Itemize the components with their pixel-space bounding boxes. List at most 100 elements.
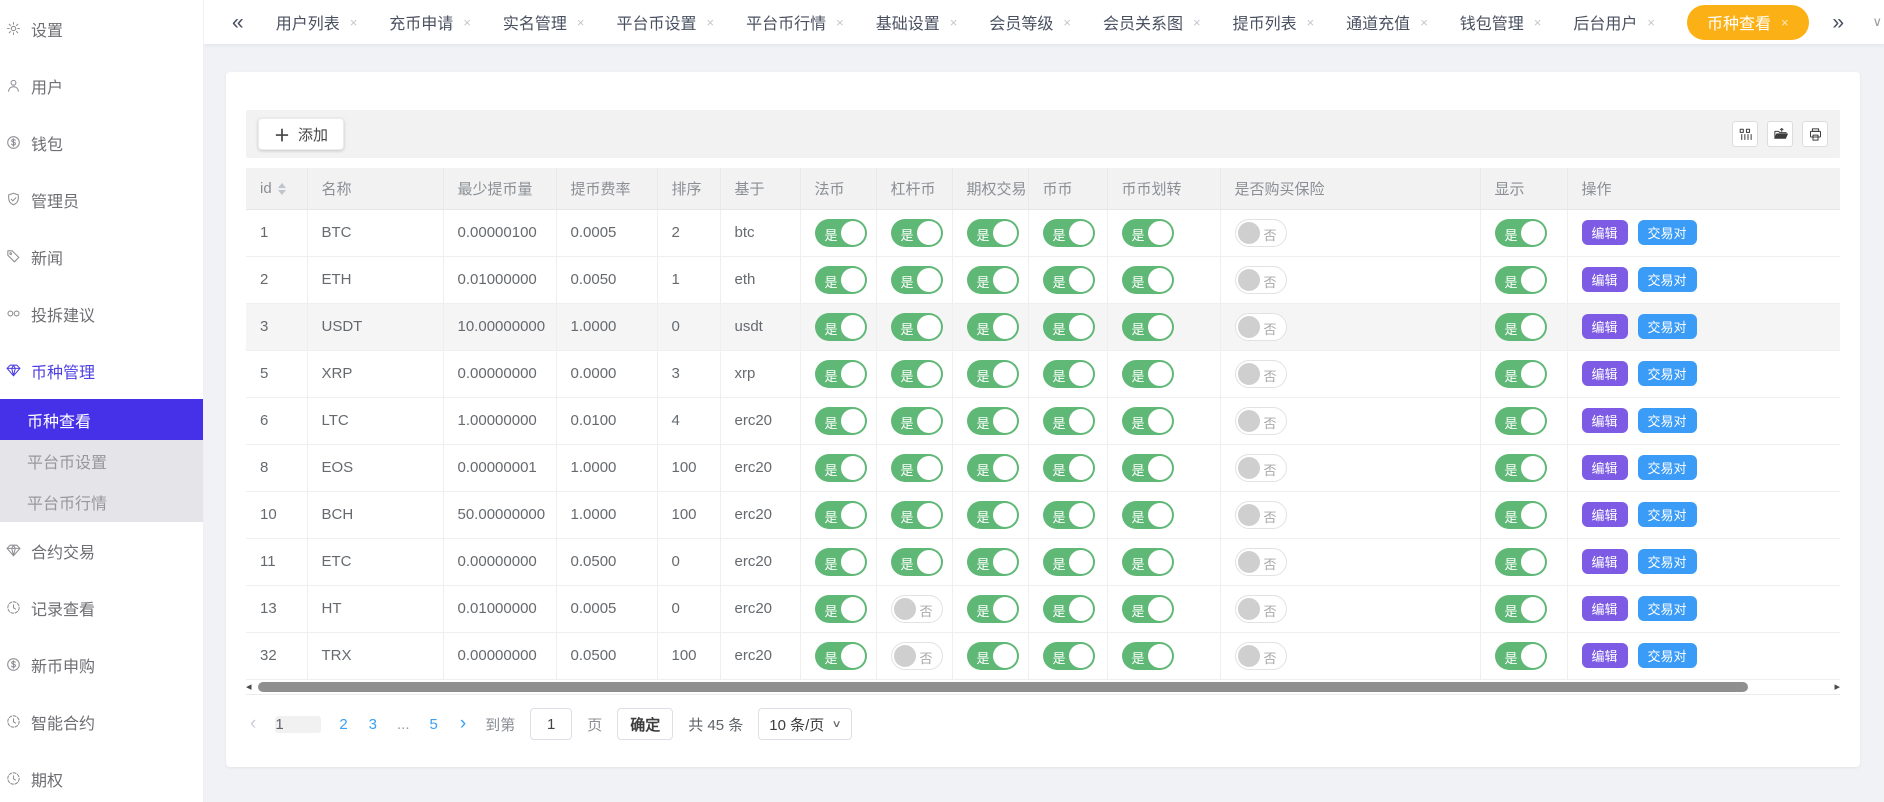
edit-button[interactable]: 编辑 bbox=[1582, 596, 1628, 621]
toggle-transfer[interactable]: 是 bbox=[1122, 595, 1174, 623]
sidebar-item[interactable]: 管理员 bbox=[0, 171, 203, 228]
pair-button[interactable]: 交易对 bbox=[1638, 361, 1697, 386]
tab-close-icon[interactable]: × bbox=[707, 15, 715, 30]
toggle-insurance[interactable]: 否 bbox=[1235, 266, 1287, 294]
toggle-insurance[interactable]: 否 bbox=[1235, 407, 1287, 435]
scrollbar-right-arrow-icon[interactable]: ▸ bbox=[1834, 680, 1840, 694]
toggle-transfer[interactable]: 是 bbox=[1122, 407, 1174, 435]
toggle-fiat[interactable]: 是 bbox=[815, 454, 867, 482]
toggle-coin[interactable]: 是 bbox=[1043, 407, 1095, 435]
toggle-option[interactable]: 是 bbox=[967, 407, 1019, 435]
toggle-show[interactable]: 是 bbox=[1495, 548, 1547, 576]
tab-close-icon[interactable]: × bbox=[463, 15, 471, 30]
sidebar-item[interactable]: 记录查看 bbox=[0, 579, 203, 636]
print-icon[interactable] bbox=[1802, 121, 1828, 147]
edit-button[interactable]: 编辑 bbox=[1582, 455, 1628, 480]
prev-page-icon[interactable]: ‹ bbox=[246, 708, 260, 740]
toggle-coin[interactable]: 是 bbox=[1043, 642, 1095, 670]
toggle-fiat[interactable]: 是 bbox=[815, 266, 867, 294]
toggle-coin[interactable]: 是 bbox=[1043, 454, 1095, 482]
toggle-coin[interactable]: 是 bbox=[1043, 266, 1095, 294]
sort-asc-icon[interactable] bbox=[278, 183, 286, 188]
sidebar-item[interactable]: 钱包 bbox=[0, 114, 203, 171]
pair-button[interactable]: 交易对 bbox=[1638, 596, 1697, 621]
tab[interactable]: 会员等级× bbox=[989, 10, 1071, 34]
tab[interactable]: 用户列表× bbox=[276, 10, 358, 34]
toggle-fiat[interactable]: 是 bbox=[815, 548, 867, 576]
toggle-show[interactable]: 是 bbox=[1495, 407, 1547, 435]
toggle-lever[interactable]: 是 bbox=[891, 360, 943, 388]
toggle-option[interactable]: 是 bbox=[967, 360, 1019, 388]
tab-close-icon[interactable]: × bbox=[1420, 15, 1428, 30]
toggle-transfer[interactable]: 是 bbox=[1122, 548, 1174, 576]
tab[interactable]: 钱包管理× bbox=[1460, 10, 1542, 34]
edit-button[interactable]: 编辑 bbox=[1582, 408, 1628, 433]
toggle-lever[interactable]: 是 bbox=[891, 548, 943, 576]
tab[interactable]: 充币申请× bbox=[389, 10, 471, 34]
toggle-transfer[interactable]: 是 bbox=[1122, 642, 1174, 670]
tabs-scroll-left-icon[interactable]: « bbox=[232, 12, 244, 33]
toggle-coin[interactable]: 是 bbox=[1043, 313, 1095, 341]
pair-button[interactable]: 交易对 bbox=[1638, 549, 1697, 574]
sidebar-item[interactable]: 新币申购 bbox=[0, 636, 203, 693]
page-number-current[interactable]: 1 bbox=[275, 716, 321, 733]
tab-close-icon[interactable]: × bbox=[1534, 15, 1542, 30]
sidebar-item[interactable]: 合约交易 bbox=[0, 522, 203, 579]
pair-button[interactable]: 交易对 bbox=[1638, 455, 1697, 480]
tab-close-icon[interactable]: × bbox=[1647, 15, 1655, 30]
sidebar-item[interactable]: 智能合约 bbox=[0, 693, 203, 750]
toggle-insurance[interactable]: 否 bbox=[1235, 219, 1287, 247]
tab[interactable]: 实名管理× bbox=[503, 10, 585, 34]
sidebar-item[interactable]: 设置 bbox=[0, 0, 203, 57]
page-number[interactable]: 2 bbox=[336, 716, 350, 733]
toggle-lever[interactable]: 是 bbox=[891, 407, 943, 435]
pair-button[interactable]: 交易对 bbox=[1638, 220, 1697, 245]
toggle-show[interactable]: 是 bbox=[1495, 360, 1547, 388]
page-number[interactable]: 3 bbox=[366, 716, 380, 733]
edit-button[interactable]: 编辑 bbox=[1582, 502, 1628, 527]
tab-close-icon[interactable]: × bbox=[350, 15, 358, 30]
tabs-menu-chevron-down-icon[interactable]: ∨ bbox=[1872, 14, 1882, 30]
toggle-transfer[interactable]: 是 bbox=[1122, 360, 1174, 388]
per-page-select[interactable]: 10 条/页 ∨ bbox=[758, 708, 851, 740]
toggle-show[interactable]: 是 bbox=[1495, 313, 1547, 341]
pair-button[interactable]: 交易对 bbox=[1638, 408, 1697, 433]
tab[interactable]: 通道充值× bbox=[1346, 10, 1428, 34]
toggle-insurance[interactable]: 否 bbox=[1235, 501, 1287, 529]
toggle-option[interactable]: 是 bbox=[967, 313, 1019, 341]
sidebar-item[interactable]: 期权 bbox=[0, 750, 203, 802]
edit-button[interactable]: 编辑 bbox=[1582, 549, 1628, 574]
tab[interactable]: 平台币行情× bbox=[746, 10, 844, 34]
toggle-fiat[interactable]: 是 bbox=[815, 642, 867, 670]
toggle-transfer[interactable]: 是 bbox=[1122, 501, 1174, 529]
edit-button[interactable]: 编辑 bbox=[1582, 220, 1628, 245]
tab-close-icon[interactable]: × bbox=[1063, 15, 1071, 30]
sidebar-subitem[interactable]: 平台币行情 bbox=[0, 481, 203, 522]
sort-icons[interactable] bbox=[278, 183, 286, 195]
tab[interactable]: 提币列表× bbox=[1233, 10, 1315, 34]
toggle-option[interactable]: 是 bbox=[967, 454, 1019, 482]
tab[interactable]: 后台用户× bbox=[1573, 10, 1655, 34]
toggle-coin[interactable]: 是 bbox=[1043, 548, 1095, 576]
tab-close-icon[interactable]: × bbox=[1307, 15, 1315, 30]
toggle-show[interactable]: 是 bbox=[1495, 642, 1547, 670]
edit-button[interactable]: 编辑 bbox=[1582, 361, 1628, 386]
toggle-option[interactable]: 是 bbox=[967, 219, 1019, 247]
tabs-scroll-right-icon[interactable]: » bbox=[1832, 12, 1844, 33]
toggle-fiat[interactable]: 是 bbox=[815, 595, 867, 623]
toggle-option[interactable]: 是 bbox=[967, 642, 1019, 670]
scrollbar-thumb[interactable] bbox=[258, 682, 1748, 692]
toggle-show[interactable]: 是 bbox=[1495, 501, 1547, 529]
toggle-show[interactable]: 是 bbox=[1495, 219, 1547, 247]
toggle-fiat[interactable]: 是 bbox=[815, 313, 867, 341]
toggle-fiat[interactable]: 是 bbox=[815, 501, 867, 529]
confirm-button[interactable]: 确定 bbox=[617, 708, 673, 740]
tab-close-icon[interactable]: × bbox=[577, 15, 585, 30]
toggle-insurance[interactable]: 否 bbox=[1235, 595, 1287, 623]
toggle-lever[interactable]: 否 bbox=[891, 642, 943, 670]
pair-button[interactable]: 交易对 bbox=[1638, 643, 1697, 668]
toggle-coin[interactable]: 是 bbox=[1043, 219, 1095, 247]
sidebar-item[interactable]: 新闻 bbox=[0, 228, 203, 285]
tab-close-icon[interactable]: × bbox=[1193, 15, 1201, 30]
edit-button[interactable]: 编辑 bbox=[1582, 267, 1628, 292]
